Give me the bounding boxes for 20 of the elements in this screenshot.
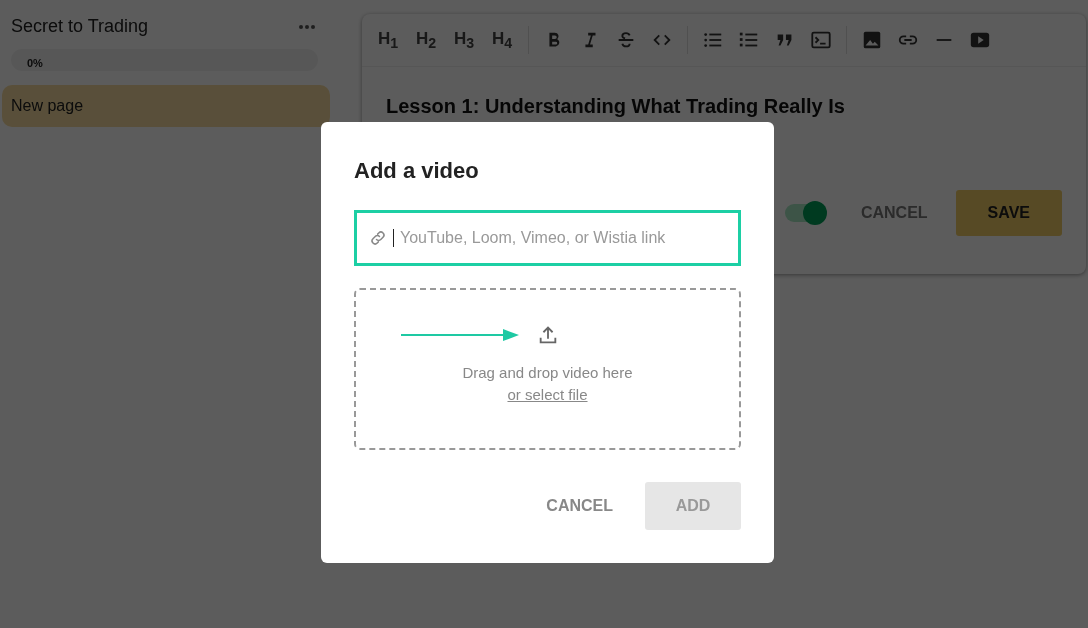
more-icon[interactable] [298, 23, 316, 30]
heading-button[interactable]: H$_{2}$ [414, 28, 438, 52]
terminal-icon[interactable] [810, 29, 832, 51]
lesson-title[interactable]: Lesson 1: Understanding What Trading Really Is [386, 95, 1062, 118]
heading-button[interactable]: H$_{4}$ [490, 28, 514, 52]
heading-button[interactable]: H$_{3}$ [452, 28, 476, 52]
image-icon[interactable] [861, 29, 883, 51]
course-title: Secret to Trading [11, 16, 149, 37]
dropzone[interactable]: Drag and drop video here or select file [354, 288, 741, 450]
dropzone-text: Drag and drop video here [462, 364, 633, 381]
cancel-button[interactable]: CANCEL [536, 489, 623, 523]
dialog-title: Add a video [354, 158, 480, 184]
link-icon [369, 229, 387, 247]
heading-button[interactable]: H$_{1}$ [376, 28, 400, 52]
progress-reading: 0% [27, 57, 43, 69]
save-button[interactable]: SAVE [955, 190, 1062, 236]
arrow-annotation-icon [400, 329, 519, 341]
select-file-link[interactable]: or select file [507, 386, 588, 403]
page-item[interactable]: New page [2, 85, 330, 127]
link-input-field[interactable]: YouTube, Loom, Vimeo, or Wistia link [354, 210, 741, 266]
